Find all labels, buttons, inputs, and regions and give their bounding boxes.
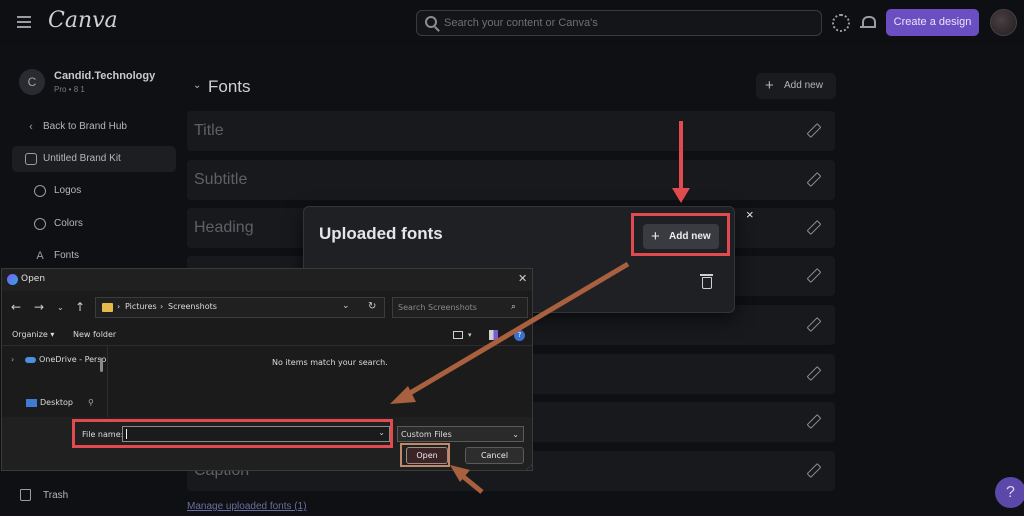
font-row-label: Heading: [194, 219, 254, 236]
search-placeholder: Search your content or Canva's: [444, 17, 598, 29]
tree-item-label: Desktop: [40, 398, 73, 407]
empty-results-message: No items match your search.: [272, 358, 388, 367]
pencil-icon[interactable]: [807, 269, 819, 281]
new-folder-button[interactable]: New folder: [73, 330, 116, 339]
font-row-label: Title: [194, 122, 224, 139]
resize-grip-icon[interactable]: ⋰: [526, 464, 532, 471]
canva-logo[interactable]: Canva: [48, 8, 118, 33]
pencil-icon[interactable]: [807, 318, 819, 330]
chevron-down-icon[interactable]: ⌄: [57, 303, 64, 312]
user-avatar[interactable]: [990, 9, 1017, 36]
chevron-right-icon[interactable]: ›: [11, 355, 14, 364]
pencil-icon[interactable]: [807, 173, 819, 185]
account-plan: Pro • 8 1: [54, 85, 85, 94]
tree-item-desktop[interactable]: Desktop: [26, 398, 73, 407]
pencil-icon[interactable]: [807, 367, 819, 379]
file-type-value: Custom Files: [401, 430, 452, 439]
brand-kit-label: Untitled Brand Kit: [43, 153, 121, 164]
highlight-open: [400, 443, 450, 467]
chevron-down-icon[interactable]: ⌄: [193, 80, 201, 91]
logos-label: Logos: [54, 185, 82, 196]
chevron-down-icon: ⌄: [512, 430, 519, 439]
scrollbar[interactable]: [100, 358, 103, 372]
breadcrumb-separator: ›: [117, 302, 121, 311]
pencil-icon[interactable]: [807, 415, 819, 427]
chevron-down-icon[interactable]: ▾: [468, 331, 472, 339]
logos-icon: [34, 185, 46, 197]
dialog-search-input[interactable]: Search Screenshots ⌕: [392, 297, 528, 318]
font-row-title[interactable]: Title: [187, 111, 835, 151]
desktop-icon: [26, 398, 37, 407]
app-icon: [7, 274, 18, 285]
pin-icon[interactable]: ⚲: [88, 398, 94, 407]
fonts-add-new-button[interactable]: + Add new: [756, 73, 836, 99]
plus-icon: +: [765, 77, 774, 94]
create-design-button[interactable]: Create a design: [886, 9, 979, 36]
preview-pane-icon[interactable]: [489, 330, 498, 340]
fonts-heading: Fonts: [208, 77, 251, 96]
colors-label: Colors: [54, 218, 83, 229]
fonts-icon: A: [36, 250, 44, 262]
sidebar-item-colors[interactable]: Colors: [12, 211, 176, 237]
close-icon[interactable]: ✕: [518, 272, 527, 285]
colors-icon: [34, 218, 46, 230]
dialog-titlebar: Open ✕: [2, 269, 532, 291]
tree-item-label: OneDrive - Perso: [39, 355, 107, 364]
back-arrow-icon[interactable]: ←: [11, 300, 21, 314]
organize-menu[interactable]: Organize ▾: [12, 330, 54, 339]
search-icon: [425, 16, 437, 28]
font-row-label: Subtitle: [194, 171, 248, 188]
back-label: Back to Brand Hub: [43, 121, 127, 132]
tree-item-onedrive[interactable]: OneDrive - Perso: [25, 355, 106, 364]
refresh-icon[interactable]: ↻: [368, 301, 376, 312]
trash-icon[interactable]: [700, 274, 713, 289]
font-row-subtitle[interactable]: Subtitle: [187, 160, 835, 200]
topbar: Canva Search your content or Canva's Cre…: [0, 0, 1024, 46]
hamburger-icon[interactable]: [17, 14, 31, 28]
highlight-add-new: [631, 213, 730, 256]
dialog-search-placeholder: Search Screenshots: [398, 303, 477, 312]
view-icon[interactable]: [453, 331, 463, 339]
help-button[interactable]: ?: [995, 477, 1024, 508]
search-bar[interactable]: Search your content or Canva's: [416, 10, 822, 36]
navigation-pane: › OneDrive - Perso Desktop ⚲: [2, 346, 108, 418]
modal-title: Uploaded fonts: [319, 224, 443, 243]
dialog-title: Open: [21, 274, 46, 284]
cancel-button[interactable]: Cancel: [465, 447, 524, 464]
trash-label: Trash: [43, 490, 69, 501]
sidebar-item-brand-kit[interactable]: Untitled Brand Kit: [12, 146, 176, 172]
address-bar[interactable]: › Pictures › Screenshots ⌄ ↻: [95, 297, 385, 318]
chevron-down-icon[interactable]: ⌄: [342, 301, 350, 311]
account-avatar[interactable]: C: [19, 69, 45, 95]
trash-icon: [20, 489, 31, 501]
file-type-select[interactable]: Custom Files ⌄: [397, 426, 524, 442]
up-arrow-icon[interactable]: ↑: [75, 300, 85, 314]
forward-arrow-icon[interactable]: →: [34, 300, 44, 314]
close-icon[interactable]: ×: [746, 207, 754, 222]
back-to-brand-hub[interactable]: ‹ Back to Brand Hub: [12, 114, 176, 140]
breadcrumb-pictures[interactable]: Pictures: [125, 302, 157, 311]
chevron-left-icon: ‹: [29, 121, 33, 133]
manage-uploaded-fonts-link[interactable]: Manage uploaded fonts (1): [187, 501, 307, 512]
account-name: Candid.Technology: [54, 70, 156, 82]
brand-kit-icon: [25, 153, 37, 165]
pencil-icon[interactable]: [807, 221, 819, 233]
highlight-file-name: [72, 419, 393, 448]
folder-icon: [102, 303, 113, 312]
dialog-body: › OneDrive - Perso Desktop ⚲: [2, 345, 532, 418]
add-new-label: Add new: [784, 80, 823, 91]
pencil-icon[interactable]: [807, 464, 819, 476]
fonts-label: Fonts: [54, 250, 80, 261]
pencil-icon[interactable]: [807, 124, 819, 136]
breadcrumb-screenshots[interactable]: Screenshots: [168, 302, 217, 311]
help-icon[interactable]: ?: [514, 330, 525, 341]
gear-icon[interactable]: [832, 14, 850, 32]
breadcrumb-separator: ›: [160, 302, 164, 311]
search-icon: ⌕: [511, 302, 517, 312]
bell-icon[interactable]: [859, 14, 877, 32]
sidebar-item-logos[interactable]: Logos: [12, 178, 176, 204]
onedrive-icon: [25, 356, 36, 363]
sidebar-item-fonts[interactable]: A Fonts: [12, 243, 176, 269]
